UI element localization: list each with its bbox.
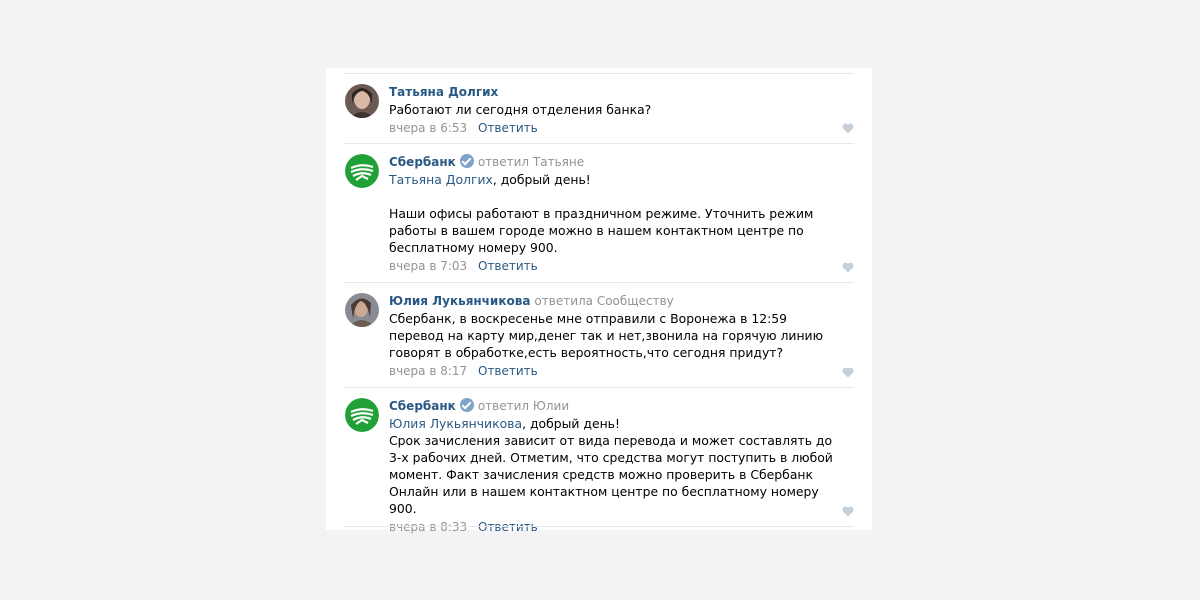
comment-item: Татьяна Долгих Работают ли сегодня отдел… xyxy=(344,74,854,144)
comment-item: Сбербанк ответил Татьяне Татьяна Долгих, … xyxy=(344,144,854,283)
replied-to[interactable]: ответил Татьяне xyxy=(478,155,584,169)
comment-paragraph: Сбербанк, в воскресенье мне отправили с … xyxy=(389,311,824,360)
avatar[interactable] xyxy=(345,398,379,432)
comment-author[interactable]: Юлия Лукьянчикова xyxy=(389,294,530,308)
like-heart-icon[interactable] xyxy=(842,367,854,378)
comments-card: Татьяна Долгих Работают ли сегодня отдел… xyxy=(326,68,872,534)
verified-icon xyxy=(459,154,474,168)
user-photo-icon xyxy=(345,84,379,118)
comment-item: Юлия Лукьянчикова ответила Сообществу Сбе… xyxy=(344,283,854,388)
comment-item: Сбербанк ответил Юлии Юлия Лукьянчикова, … xyxy=(344,388,854,534)
user-photo-icon xyxy=(345,293,379,327)
comment-paragraph: Срок зачисления зависит от вида перевода… xyxy=(389,433,833,516)
avatar[interactable] xyxy=(345,293,379,327)
avatar[interactable] xyxy=(345,84,379,118)
comment-author[interactable]: Татьяна Долгих xyxy=(389,85,498,99)
comment-paragraph: Наши офисы работают в праздничном режиме… xyxy=(389,206,814,255)
mention-link[interactable]: Юлия Лукьянчикова xyxy=(389,416,522,431)
sberbank-logo-icon xyxy=(345,398,379,432)
comment-divider xyxy=(344,526,854,527)
comment-text: Работают ли сегодня отделения банка? xyxy=(389,101,844,118)
comment-text: Сбербанк, в воскресенье мне отправили с … xyxy=(389,310,844,361)
comment-author[interactable]: Сбербанк xyxy=(389,155,456,169)
like-heart-icon[interactable] xyxy=(842,506,854,517)
verified-icon xyxy=(459,398,474,412)
comment-date[interactable]: вчера в 8:33 xyxy=(389,520,467,534)
reply-button[interactable]: Ответить xyxy=(478,121,538,135)
reply-button[interactable]: Ответить xyxy=(478,259,538,273)
comment-text: Юлия Лукьянчикова, добрый день! Срок зач… xyxy=(389,415,844,517)
comment-date[interactable]: вчера в 7:03 xyxy=(389,259,467,273)
mention-suffix: , добрый день! xyxy=(492,172,591,187)
comment-date[interactable]: вчера в 8:17 xyxy=(389,364,467,378)
avatar[interactable] xyxy=(345,154,379,188)
sberbank-logo-icon xyxy=(345,154,379,188)
replied-to[interactable]: ответил Юлии xyxy=(478,399,569,413)
reply-button[interactable]: Ответить xyxy=(478,364,538,378)
reply-button[interactable]: Ответить xyxy=(478,520,538,534)
like-heart-icon[interactable] xyxy=(842,123,854,134)
like-heart-icon[interactable] xyxy=(842,262,854,273)
mention-suffix: , добрый день! xyxy=(522,416,620,431)
comment-paragraph: Работают ли сегодня отделения банка? xyxy=(389,102,652,117)
comment-author[interactable]: Сбербанк xyxy=(389,399,456,413)
replied-to[interactable]: ответила Сообществу xyxy=(534,294,673,308)
comment-text: Татьяна Долгих, добрый день! Наши офисы … xyxy=(389,171,844,256)
mention-link[interactable]: Татьяна Долгих xyxy=(389,172,493,187)
comment-date[interactable]: вчера в 6:53 xyxy=(389,121,467,135)
